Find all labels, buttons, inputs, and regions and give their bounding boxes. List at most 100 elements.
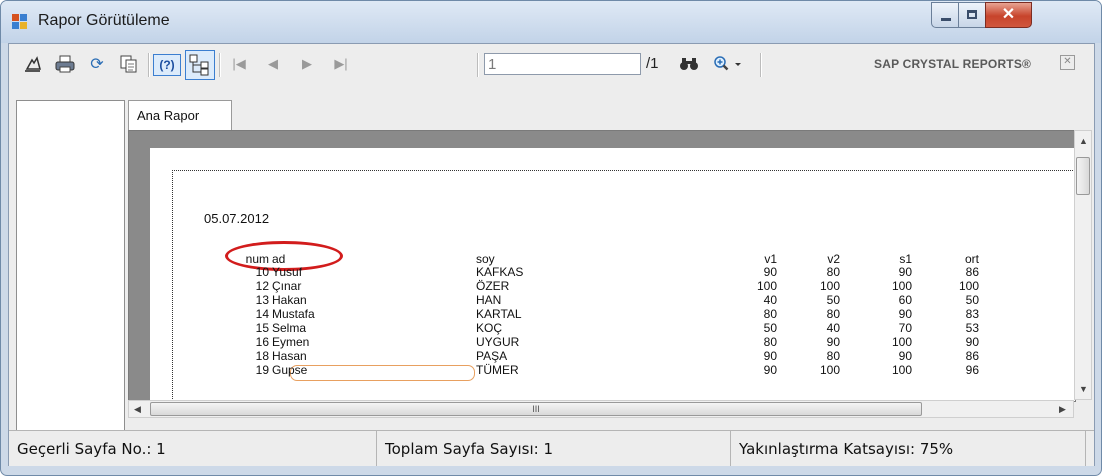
print-icon[interactable] (53, 54, 77, 74)
toolbar-separator (760, 53, 762, 77)
export-icon[interactable] (21, 54, 45, 74)
cell-v2: 50 (826, 293, 840, 307)
cell-num: 12 (255, 279, 269, 293)
cell-v1: 80 (763, 307, 777, 321)
next-page-icon[interactable]: ▶ (295, 54, 319, 74)
tab-ana-rapor[interactable]: Ana Rapor (128, 100, 232, 130)
cell-v1: 100 (756, 279, 777, 293)
cell-s1: 100 (891, 335, 912, 349)
cell-s1: 90 (898, 349, 912, 363)
cell-s1: 100 (891, 279, 912, 293)
maximize-icon (967, 10, 977, 19)
scroll-left-icon[interactable]: ◀ (134, 404, 141, 415)
scroll-right-icon[interactable]: ▶ (1059, 404, 1066, 415)
first-page-icon[interactable]: |◀ (227, 54, 251, 74)
find-icon[interactable] (677, 54, 701, 74)
cell-num: 18 (255, 349, 269, 363)
header-soy: soy (476, 252, 495, 266)
cell-num: 16 (255, 335, 269, 349)
header-v1: v1 (764, 252, 777, 266)
report-canvas[interactable]: 05.07.2012 num ad soy v1 v2 s1 ort 10 Yus… (128, 130, 1076, 402)
refresh-icon[interactable]: ⟳ (85, 54, 109, 74)
close-icon: ✕ (1001, 6, 1016, 23)
cell-v1: 50 (763, 321, 777, 335)
cell-v2: 80 (826, 265, 840, 279)
status-bar: Geçerli Sayfa No.: 1 Toplam Sayfa Sayısı… (9, 430, 1094, 466)
cell-v2: 80 (826, 349, 840, 363)
page-number-input[interactable] (484, 53, 641, 75)
cell-v1: 90 (763, 363, 777, 377)
brand-label: SAP CRYSTAL REPORTS® (874, 57, 1032, 71)
cell-soy: KARTAL (476, 307, 522, 321)
report-page: 05.07.2012 num ad soy v1 v2 s1 ort 10 Yus… (150, 148, 1075, 401)
cell-soy: HAN (476, 293, 502, 307)
cell-ort: 83 (965, 307, 979, 321)
report-viewer-window: Rapor Görütüleme ✕ ⟳ (?) |◀ ◀ ▶ ▶| 1 /1 … (0, 0, 1102, 476)
status-zoom: Yakınlaştırma Katsayısı: 75% (731, 431, 1086, 466)
minimize-button[interactable] (931, 2, 959, 28)
cell-v2: 100 (819, 363, 840, 377)
cell-v1: 90 (763, 265, 777, 279)
cell-ad: Mustafa (272, 307, 315, 321)
cell-num: 14 (255, 307, 269, 321)
cell-ad: Yusuf (272, 265, 303, 279)
horizontal-scroll-thumb[interactable]: III (150, 402, 922, 416)
minimize-icon (941, 18, 951, 21)
vertical-scrollbar[interactable]: ▲ ▼ (1074, 130, 1092, 400)
cell-ad: Selma (272, 321, 307, 335)
page-total: /1 (646, 55, 659, 72)
cell-soy: PAŞA (476, 349, 508, 363)
cell-soy: UYGUR (476, 335, 520, 349)
previous-page-icon[interactable]: ◀ (261, 54, 285, 74)
header-ort: ort (964, 252, 979, 266)
scroll-up-icon[interactable]: ▲ (1079, 136, 1088, 146)
maximize-button[interactable] (958, 2, 986, 28)
cell-ad: Gupse (272, 363, 308, 377)
cell-ort: 86 (965, 265, 979, 279)
cell-soy: TÜMER (476, 363, 519, 377)
title-bar[interactable]: Rapor Görütüleme ✕ (1, 1, 1101, 43)
scroll-down-icon[interactable]: ▼ (1079, 384, 1088, 394)
cell-ort: 100 (958, 279, 979, 293)
report-date: 05.07.2012 (204, 211, 270, 226)
close-tab-icon[interactable]: ✕ (1060, 55, 1075, 70)
group-tree-icon[interactable] (185, 50, 215, 80)
cell-v1: 90 (763, 349, 777, 363)
cell-ort: 96 (965, 363, 979, 377)
cell-ort: 50 (965, 293, 979, 307)
window-title: Rapor Görütüleme (38, 12, 170, 29)
last-page-icon[interactable]: ▶| (329, 54, 353, 74)
cell-ad: Eymen (272, 335, 310, 349)
selection-highlight (290, 365, 475, 381)
help-icon[interactable]: (?) (153, 54, 181, 76)
copy-icon[interactable] (117, 54, 141, 74)
status-total-pages: Toplam Sayfa Sayısı: 1 (377, 431, 731, 466)
cell-ort: 86 (965, 349, 979, 363)
cell-ad: Hakan (272, 293, 307, 307)
toolbar-separator (148, 53, 150, 77)
cell-ort: 53 (965, 321, 979, 335)
cell-s1: 100 (891, 363, 912, 377)
cell-soy: KOÇ (476, 321, 503, 335)
vertical-scroll-thumb[interactable] (1076, 157, 1090, 195)
cell-v2: 40 (826, 321, 840, 335)
cell-soy: ÖZER (476, 279, 510, 293)
zoom-icon[interactable] (712, 54, 746, 74)
app-icon (12, 14, 28, 30)
horizontal-scrollbar[interactable]: ◀ III ▶ (128, 400, 1074, 418)
report-viewer: ⟳ (?) |◀ ◀ ▶ ▶| /1 SAP CRYSTAL (8, 43, 1095, 466)
close-button[interactable]: ✕ (985, 2, 1032, 28)
cell-num: 15 (255, 321, 269, 335)
header-v2: v2 (827, 252, 840, 266)
cell-s1: 90 (898, 265, 912, 279)
cell-v1: 40 (763, 293, 777, 307)
cell-num: 13 (255, 293, 269, 307)
cell-ad: Çınar (272, 279, 302, 293)
cell-ort: 90 (965, 335, 979, 349)
toolbar-separator (219, 53, 221, 77)
toolbar: ⟳ (?) |◀ ◀ ▶ ▶| /1 SAP CRYSTAL (9, 44, 1094, 84)
cell-v1: 80 (763, 335, 777, 349)
group-tree-panel[interactable] (16, 100, 125, 457)
cell-ad: Hasan (272, 349, 307, 363)
cell-num: 19 (255, 363, 269, 377)
